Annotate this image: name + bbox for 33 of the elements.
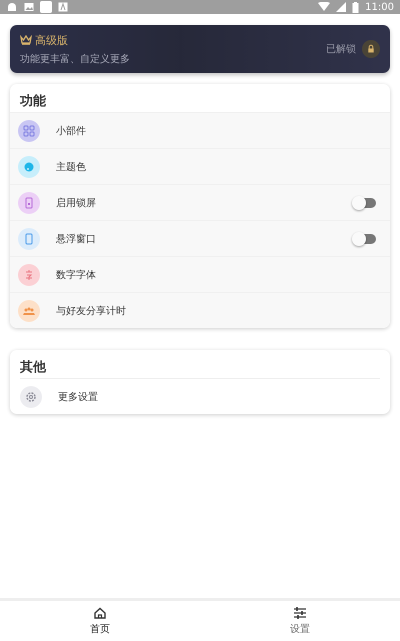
toggle-switch[interactable] <box>354 234 376 244</box>
signal-icon <box>336 2 346 12</box>
row-label: 启用锁屏 <box>56 196 97 210</box>
settings-row[interactable]: 数字字体 <box>10 256 390 292</box>
premium-subtitle: 功能更丰富、自定义更多 <box>20 52 130 66</box>
nav-tab[interactable]: 设置 <box>200 601 400 641</box>
square-icon <box>40 1 52 13</box>
home-icon <box>93 606 107 620</box>
row-label: 小部件 <box>56 124 87 138</box>
lock-icon <box>362 40 380 58</box>
row-label: 数字字体 <box>56 268 97 282</box>
section-title: 功能 <box>18 93 47 111</box>
clock: 11:00 <box>365 2 394 12</box>
premium-card[interactable]: 高级版 功能更丰富、自定义更多 已解锁 <box>10 25 390 73</box>
wifi-icon <box>318 2 330 12</box>
settings-row[interactable]: 启用锁屏 <box>10 184 390 220</box>
unlock-status: 已解锁 <box>326 43 356 56</box>
settings-row[interactable]: 与好友分享计时 <box>10 292 390 328</box>
row-label: 与好友分享计时 <box>56 304 127 318</box>
sliders-icon <box>293 606 307 620</box>
row-label: 主题色 <box>56 160 87 174</box>
crown-icon <box>20 35 32 45</box>
settings-row[interactable]: 主题色 <box>10 148 390 184</box>
row-label: 悬浮窗口 <box>56 232 97 246</box>
settings-row[interactable]: 悬浮窗口 <box>10 220 390 256</box>
settings-row[interactable]: 小部件 <box>10 112 390 148</box>
section-title: 其他 <box>19 359 48 377</box>
toggle-switch[interactable] <box>354 198 376 208</box>
settings-row[interactable]: 更多设置 <box>20 378 380 414</box>
nav-tab[interactable]: 首页 <box>0 601 200 641</box>
battery-icon <box>352 2 360 12</box>
row-label: 更多设置 <box>58 390 99 404</box>
premium-title: 高级版 <box>35 32 68 48</box>
